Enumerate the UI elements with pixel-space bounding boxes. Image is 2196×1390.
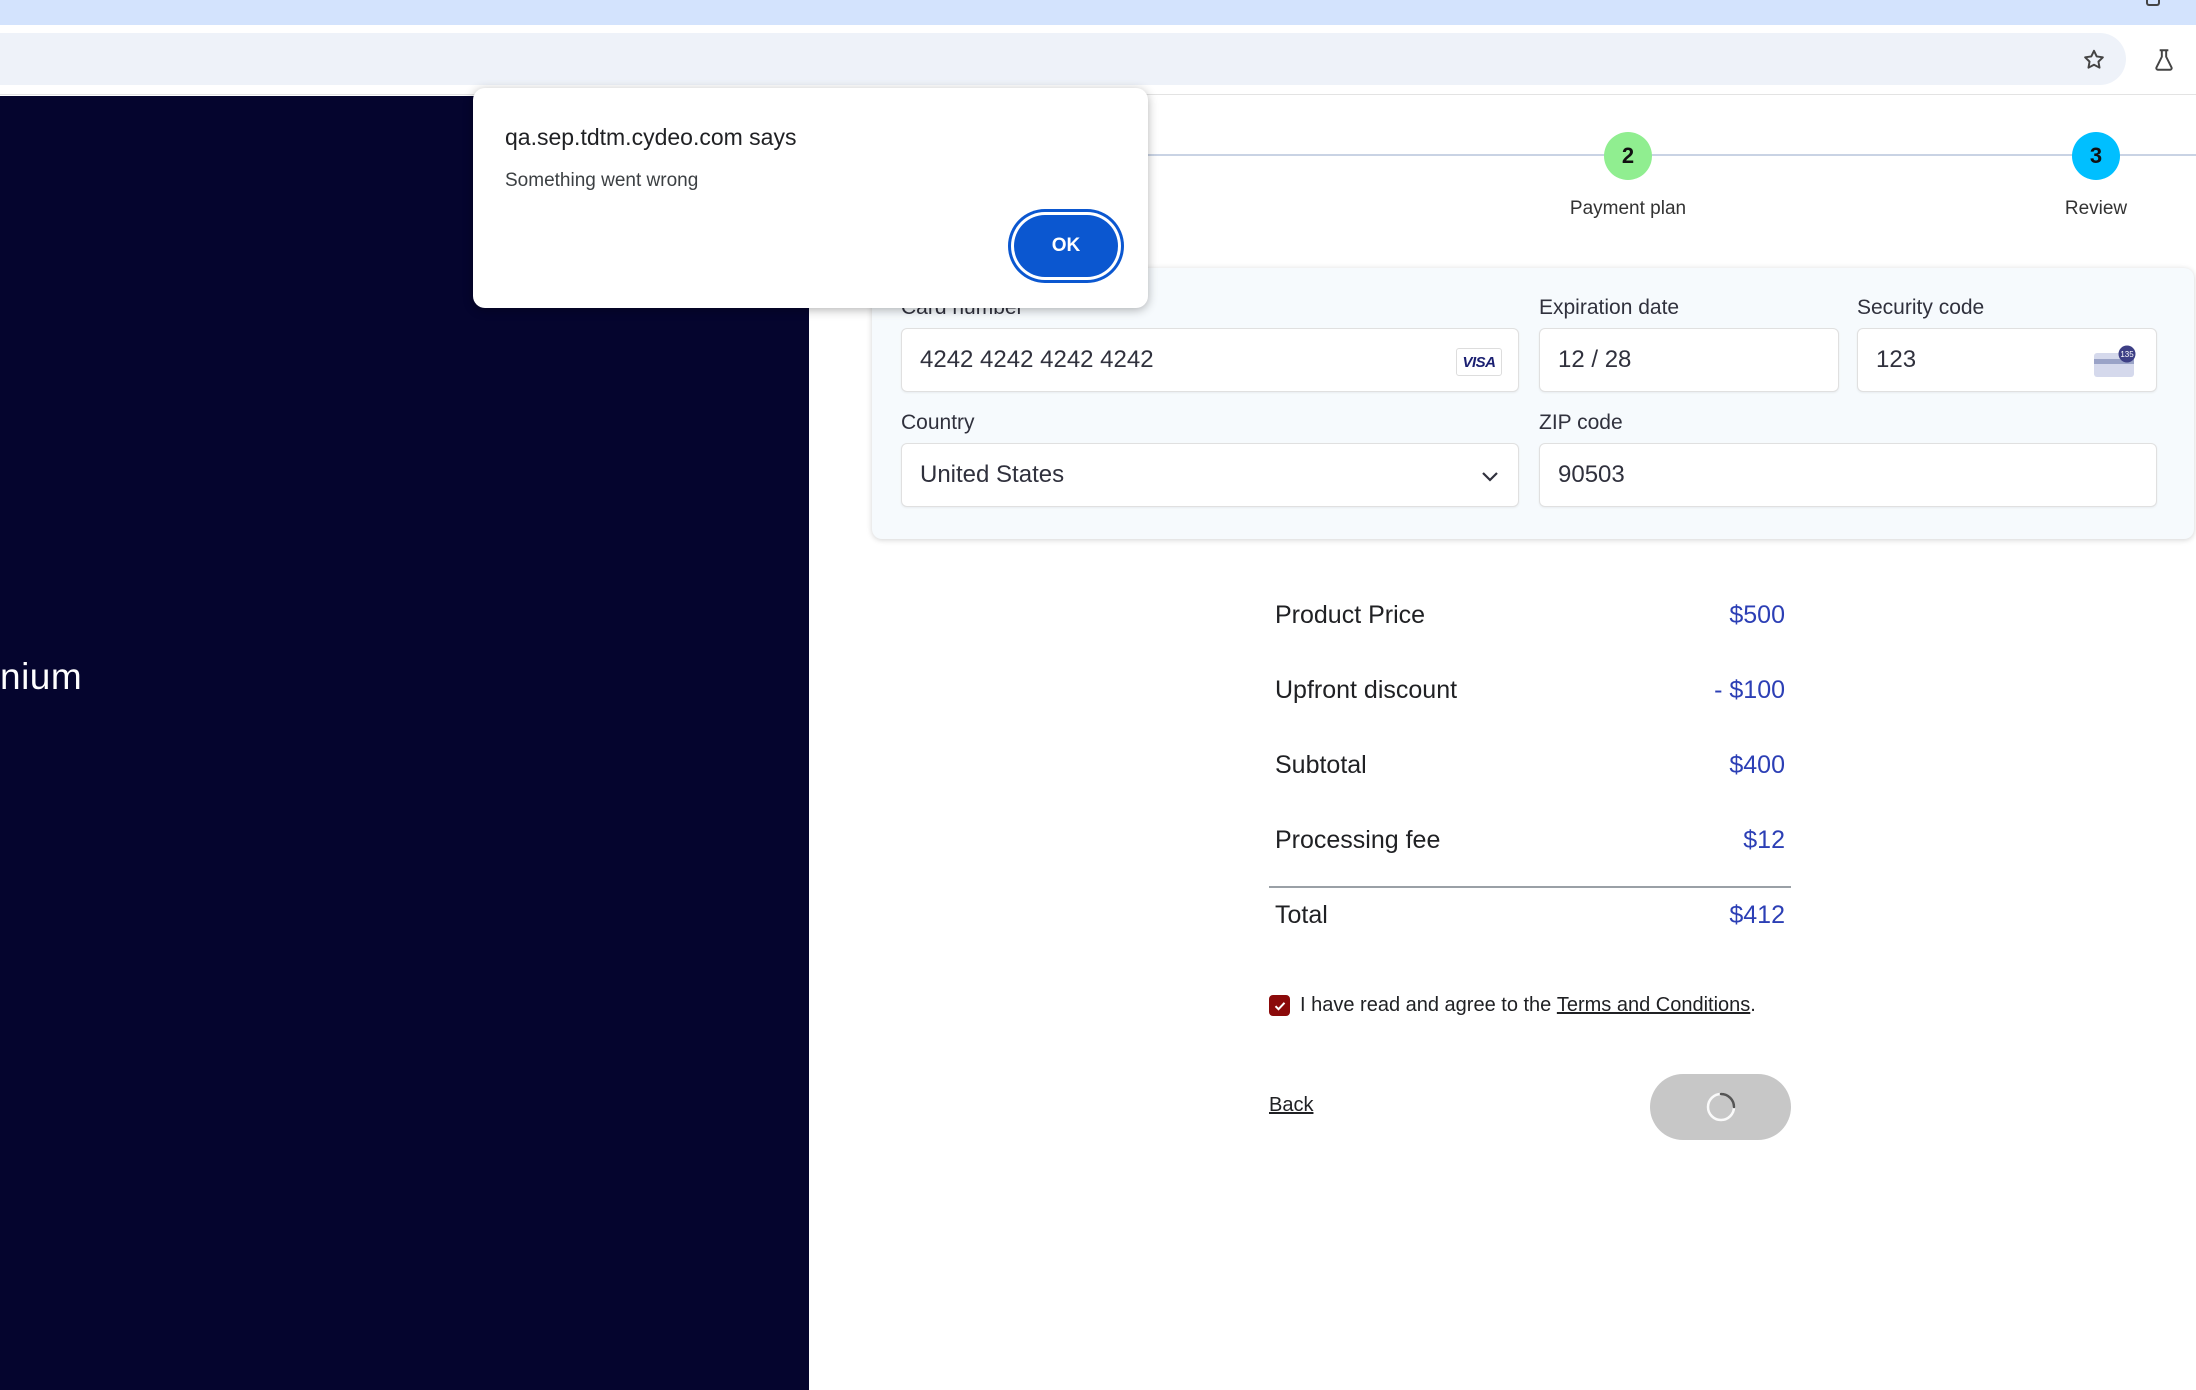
summary-row: Product Price $500	[1275, 601, 1785, 641]
browser-toolbar	[0, 25, 2196, 95]
terms-link[interactable]: Terms and Conditions	[1557, 994, 1750, 1017]
cvc-badge-text: 135	[2120, 350, 2134, 359]
country-label: Country	[901, 411, 975, 434]
check-icon	[1274, 1001, 1285, 1011]
card-number-value: 4242 4242 4242 4242	[920, 346, 1154, 373]
terms-checkbox[interactable]	[1269, 995, 1290, 1016]
expiration-value: 12 / 28	[1558, 346, 1632, 373]
summary-row: Subtotal $400	[1275, 751, 1785, 791]
ok-button[interactable]: OK	[1014, 215, 1118, 277]
step-payment-plan: 2 Payment plan	[1528, 132, 1728, 220]
visa-icon: VISA	[1456, 348, 1502, 376]
dialog-title: qa.sep.tdtm.cydeo.com says	[505, 124, 797, 150]
summary-label: Upfront discount	[1275, 676, 1458, 704]
loading-spinner-icon	[1706, 1092, 1735, 1122]
country-select[interactable]: United States	[901, 443, 1519, 507]
step-number: 2	[1604, 132, 1652, 180]
summary-label: Processing fee	[1275, 826, 1441, 854]
chevron-down-icon	[1482, 472, 1498, 482]
cvc-card-icon: 135	[2094, 345, 2136, 377]
submit-button[interactable]	[1650, 1074, 1791, 1140]
address-bar[interactable]	[0, 33, 2126, 85]
country-value: United States	[920, 461, 1065, 488]
summary-row: Processing fee $12	[1275, 826, 1785, 866]
summary-total-row: Total $412	[1275, 901, 1785, 941]
browser-tab-strip	[0, 0, 2196, 25]
summary-value: $12	[1743, 826, 1785, 854]
summary-divider	[1269, 886, 1791, 888]
expiration-field[interactable]: 12 / 28	[1539, 328, 1839, 392]
summary-value: - $100	[1714, 676, 1785, 704]
zip-code-field[interactable]: 90503	[1539, 443, 2157, 507]
security-code-label: Security code	[1857, 296, 1985, 319]
total-label: Total	[1275, 901, 1328, 929]
back-link[interactable]: Back	[1269, 1094, 1313, 1117]
step-label: Review	[2064, 198, 2128, 219]
security-code-value: 123	[1876, 346, 1917, 373]
terms-agreement: I have read and agree to the Terms and C…	[1269, 994, 1756, 1017]
flask-icon[interactable]	[2148, 44, 2180, 76]
zip-code-label: ZIP code	[1539, 411, 1623, 434]
total-value: $412	[1729, 901, 1785, 929]
payment-form: Card number 4242 4242 4242 4242 VISA Exp…	[872, 268, 2194, 539]
window-control-icon[interactable]	[2146, 0, 2160, 6]
terms-text: I have read and agree to the	[1300, 994, 1557, 1016]
step-number: 3	[2072, 132, 2120, 180]
step-review: 3 Review	[1996, 132, 2196, 220]
summary-value: $500	[1729, 601, 1785, 629]
terms-suffix: .	[1750, 994, 1756, 1016]
expiration-label: Expiration date	[1539, 296, 1680, 319]
bookmark-star-icon[interactable]	[2078, 44, 2110, 76]
dialog-message: Something went wrong	[505, 170, 699, 191]
alert-dialog: qa.sep.tdtm.cydeo.com says Something wen…	[473, 88, 1148, 308]
zip-code-value: 90503	[1558, 461, 1625, 488]
summary-label: Product Price	[1275, 601, 1426, 629]
summary-row: Upfront discount - $100	[1275, 676, 1785, 716]
summary-value: $400	[1729, 751, 1785, 779]
card-number-field[interactable]: 4242 4242 4242 4242 VISA	[901, 328, 1519, 392]
security-code-field[interactable]: 123 135	[1857, 328, 2157, 392]
step-label: Payment plan	[1569, 198, 1687, 219]
summary-label: Subtotal	[1275, 751, 1367, 779]
plan-name: nium	[0, 656, 83, 697]
